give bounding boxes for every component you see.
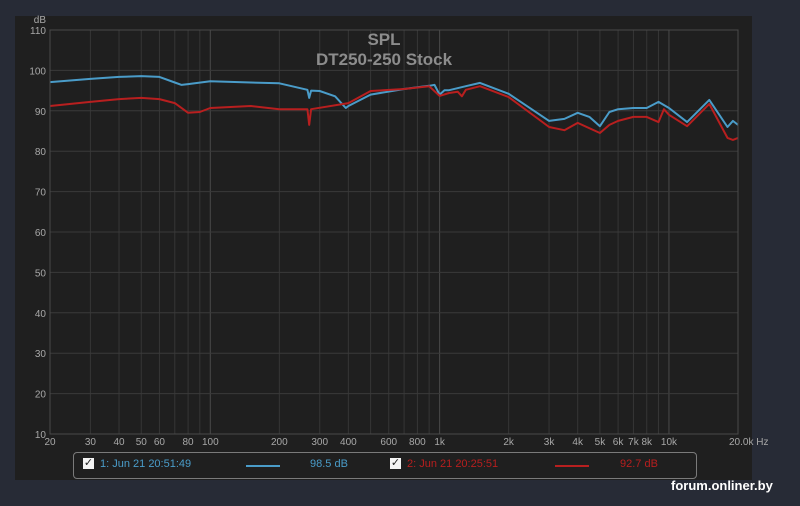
series-1-swatch xyxy=(246,465,280,467)
y-tick-label: 50 xyxy=(35,268,47,279)
x-tick-label: 6k xyxy=(613,437,625,448)
x-tick-label: 80 xyxy=(183,437,195,448)
x-tick-label: 50 xyxy=(136,437,148,448)
x-tick-label: 400 xyxy=(340,437,357,448)
series-line-2 xyxy=(49,85,739,141)
x-tick-label: 1k xyxy=(434,437,446,448)
watermark: forum.onliner.by xyxy=(671,478,773,493)
series-1-checkbox[interactable]: ✓ xyxy=(83,458,94,469)
chart-title: SPL xyxy=(367,30,400,49)
x-tick-label: 7k xyxy=(628,437,640,448)
y-tick-label: 30 xyxy=(35,349,47,360)
x-tick-label: 5k xyxy=(595,437,607,448)
x-tick-label: 60 xyxy=(154,437,166,448)
series-1-level: 98.5 dB xyxy=(310,458,348,470)
x-tick-label: 300 xyxy=(311,437,328,448)
series-2-swatch xyxy=(555,465,589,467)
y-tick-label: 20 xyxy=(35,390,47,401)
y-tick-label: 40 xyxy=(35,309,47,320)
x-tick-label: 600 xyxy=(380,437,397,448)
series-2-level: 92.7 dB xyxy=(620,458,658,470)
spl-chart: 102030405060708090100110dB20 30 40 50 60 80 10… xyxy=(29,15,768,448)
y-tick-label: 70 xyxy=(35,188,47,199)
x-tick-label: 40 xyxy=(113,437,125,448)
chart-subtitle: DT250-250 Stock xyxy=(316,50,453,69)
x-tick-label: 8k xyxy=(641,437,653,448)
x-tick-label: 10k xyxy=(661,437,678,448)
series-1-name: 1: Jun 21 20:51:49 xyxy=(100,458,192,470)
legend: ✓ 1: Jun 21 20:51:49 98.5 dB ✓ 2: Jun 21… xyxy=(73,452,697,479)
y-tick-label: 100 xyxy=(29,66,46,77)
x-tick-label: 100 xyxy=(202,437,219,448)
x-tick-label: 3k xyxy=(544,437,556,448)
y-tick-label: 60 xyxy=(35,228,47,239)
series-2-name: 2: Jun 21 20:25:51 xyxy=(407,458,499,470)
x-tick-label: 200 xyxy=(271,437,288,448)
x-tick-label: 2k xyxy=(503,437,515,448)
x-tick-label: 800 xyxy=(409,437,426,448)
x-tick-label: 30 xyxy=(85,437,97,448)
y-tick-label: 90 xyxy=(35,107,47,118)
x-tick-label: 20.0k Hz xyxy=(729,437,768,448)
series-line-1 xyxy=(49,75,739,128)
y-tick-label: 110 xyxy=(30,26,46,37)
series-2-checkbox[interactable]: ✓ xyxy=(390,458,401,469)
y-axis-unit: dB xyxy=(34,15,47,26)
x-tick-label: 4k xyxy=(572,437,584,448)
y-tick-label: 80 xyxy=(35,147,47,158)
x-tick-label: 20 xyxy=(44,437,56,448)
